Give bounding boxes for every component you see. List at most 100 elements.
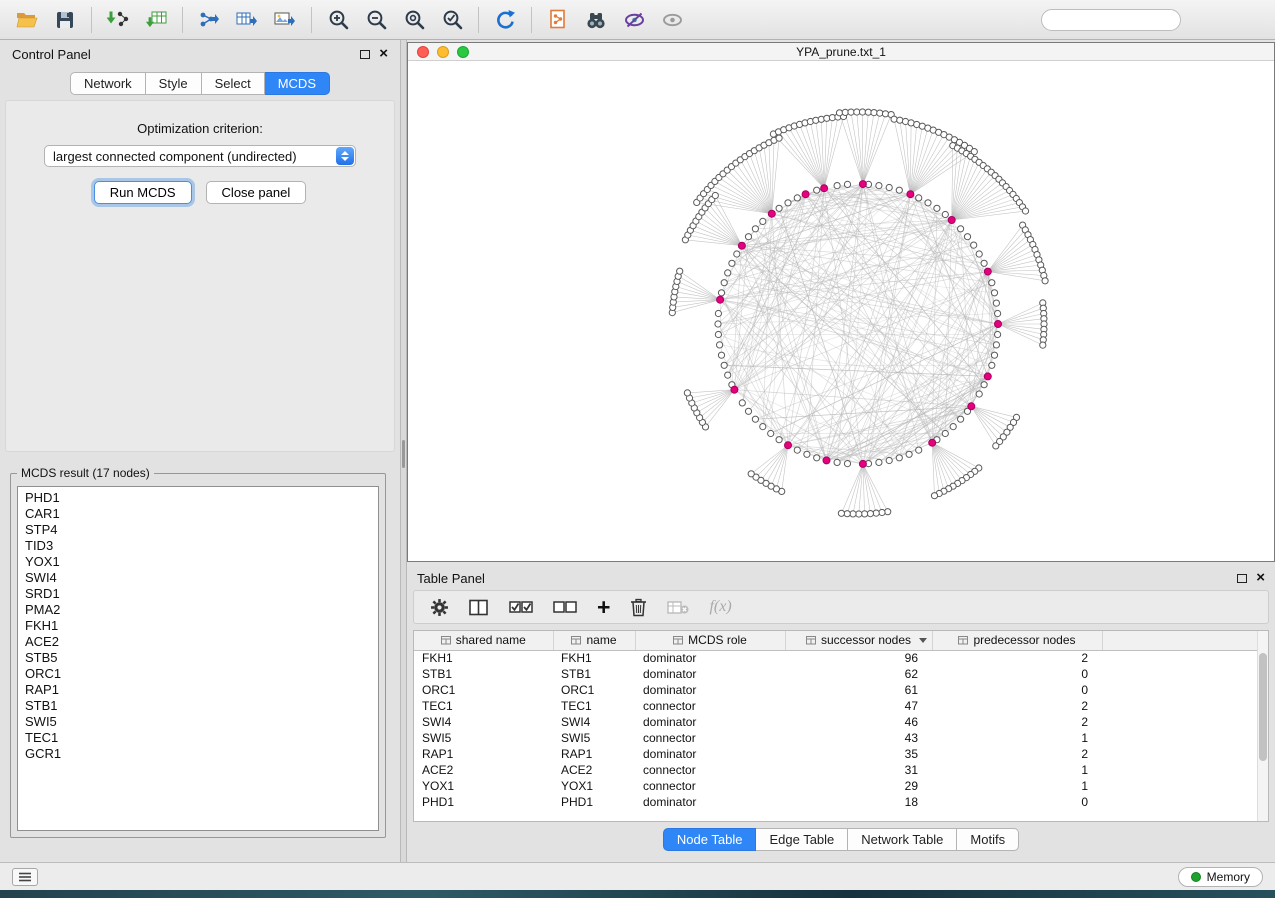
divider-grip[interactable] <box>402 440 405 468</box>
mcds-result-item[interactable]: FKH1 <box>25 618 371 634</box>
mcds-result-item[interactable]: TEC1 <box>25 730 371 746</box>
tab-edge-table[interactable]: Edge Table <box>756 828 848 851</box>
table-row[interactable]: PHD1PHD1dominator180 <box>414 794 1260 810</box>
toolbar-separator <box>182 7 183 33</box>
mcds-result-item[interactable]: PHD1 <box>25 490 371 506</box>
open-file-button[interactable] <box>8 4 46 36</box>
tab-select[interactable]: Select <box>202 72 265 95</box>
network-window-titlebar[interactable]: YPA_prune.txt_1 <box>408 43 1274 61</box>
refresh-layout-button[interactable] <box>486 4 524 36</box>
open-file-icon <box>16 10 38 29</box>
mcds-result-item[interactable]: STB1 <box>25 698 371 714</box>
panel-menu-button[interactable] <box>12 868 38 886</box>
panel-divider[interactable] <box>400 40 407 862</box>
table-row[interactable]: RAP1RAP1dominator352 <box>414 746 1260 762</box>
mcds-result-item[interactable]: CAR1 <box>25 506 371 522</box>
window-controls <box>417 46 469 58</box>
function-builder-button[interactable]: f(x) <box>709 598 731 616</box>
show-all-button[interactable] <box>653 4 691 36</box>
table-row[interactable]: SWI4SWI4dominator462 <box>414 714 1260 730</box>
run-mcds-button[interactable]: Run MCDS <box>94 181 192 204</box>
import-table-button[interactable] <box>137 4 175 36</box>
export-image-button[interactable] <box>266 4 304 36</box>
control-panel: Control Panel × NetworkStyleSelectMCDS O… <box>0 40 400 862</box>
select-all-columns-button[interactable] <box>509 600 533 615</box>
mcds-result-item[interactable]: RAP1 <box>25 682 371 698</box>
sort-dropdown-icon[interactable] <box>919 638 927 643</box>
window-minimize-icon[interactable] <box>437 46 449 58</box>
save-session-button[interactable] <box>46 4 84 36</box>
import-table-icon <box>145 10 167 30</box>
mcds-result-item[interactable]: ACE2 <box>25 634 371 650</box>
tab-network[interactable]: Network <box>70 72 146 95</box>
close-panel-button[interactable]: Close panel <box>206 181 307 204</box>
mcds-result-item[interactable]: SWI4 <box>25 570 371 586</box>
mcds-result-item[interactable]: YOX1 <box>25 554 371 570</box>
save-icon <box>55 10 75 30</box>
col-header-mcds-role[interactable]: MCDS role <box>635 631 785 650</box>
tab-network-table[interactable]: Network Table <box>848 828 957 851</box>
tab-mcds[interactable]: MCDS <box>265 72 330 95</box>
memory-label: Memory <box>1207 870 1250 884</box>
table-row[interactable]: FKH1FKH1dominator962 <box>414 650 1260 666</box>
table-row[interactable]: STB1STB1dominator620 <box>414 666 1260 682</box>
table-row[interactable]: ACE2ACE2connector311 <box>414 762 1260 778</box>
network-from-selection-icon <box>548 9 568 30</box>
delete-column-button[interactable] <box>630 598 647 617</box>
table-row[interactable]: YOX1YOX1connector291 <box>414 778 1260 794</box>
col-header-name[interactable]: name <box>553 631 635 650</box>
mcds-result-item[interactable]: STP4 <box>25 522 371 538</box>
plus-icon: + <box>597 598 610 616</box>
mcds-result-item[interactable]: PMA2 <box>25 602 371 618</box>
mcds-result-item[interactable]: SWI5 <box>25 714 371 730</box>
network-canvas[interactable] <box>408 61 1274 561</box>
tab-node-table[interactable]: Node Table <box>663 828 757 851</box>
network-from-selection-button[interactable] <box>539 4 577 36</box>
zoom-selected-button[interactable] <box>433 4 471 36</box>
float-panel-icon[interactable] <box>1237 574 1247 583</box>
tab-style[interactable]: Style <box>146 72 202 95</box>
mcds-result-item[interactable]: SRD1 <box>25 586 371 602</box>
deselect-all-columns-button[interactable] <box>553 600 577 615</box>
zoom-fit-button[interactable] <box>395 4 433 36</box>
criterion-dropdown[interactable]: largest connected component (undirected) <box>44 145 356 167</box>
table-panel: Table Panel × <box>407 566 1275 862</box>
column-attr-icon <box>571 635 581 645</box>
trash-icon <box>630 598 647 617</box>
add-column-button[interactable]: + <box>597 598 610 616</box>
export-table-icon <box>236 10 258 30</box>
mcds-result-item[interactable]: GCR1 <box>25 746 371 762</box>
table-settings-button[interactable] <box>430 598 449 617</box>
clear-table-button[interactable] <box>667 600 689 615</box>
close-panel-icon[interactable]: × <box>379 49 388 59</box>
col-header-successor-nodes[interactable]: successor nodes <box>785 631 932 650</box>
mcds-result-item[interactable]: ORC1 <box>25 666 371 682</box>
zoom-out-button[interactable] <box>357 4 395 36</box>
export-network-button[interactable] <box>190 4 228 36</box>
table-scrollbar[interactable] <box>1257 631 1268 821</box>
scrollbar-thumb[interactable] <box>1259 653 1267 761</box>
float-panel-icon[interactable] <box>360 50 370 59</box>
search-input[interactable] <box>1053 13 1208 27</box>
import-network-button[interactable] <box>99 4 137 36</box>
mcds-result-item[interactable]: TID3 <box>25 538 371 554</box>
search-box[interactable] <box>1041 9 1181 31</box>
split-columns-button[interactable] <box>469 599 489 616</box>
table-row[interactable]: TEC1TEC1connector472 <box>414 698 1260 714</box>
table-row[interactable]: ORC1ORC1dominator610 <box>414 682 1260 698</box>
close-panel-icon[interactable]: × <box>1256 573 1265 583</box>
column-attr-icon <box>673 635 683 645</box>
export-table-button[interactable] <box>228 4 266 36</box>
hide-selected-button[interactable] <box>615 4 653 36</box>
zoom-in-button[interactable] <box>319 4 357 36</box>
mcds-result-item[interactable]: STB5 <box>25 650 371 666</box>
col-header-shared-name[interactable]: shared name <box>414 631 553 650</box>
memory-button[interactable]: Memory <box>1178 867 1263 887</box>
mcds-result-list[interactable]: PHD1CAR1STP4TID3YOX1SWI4SRD1PMA2FKH1ACE2… <box>17 486 379 831</box>
tab-motifs[interactable]: Motifs <box>957 828 1019 851</box>
window-zoom-icon[interactable] <box>457 46 469 58</box>
col-header-predecessor-nodes[interactable]: predecessor nodes <box>932 631 1102 650</box>
table-row[interactable]: SWI5SWI5connector431 <box>414 730 1260 746</box>
window-close-icon[interactable] <box>417 46 429 58</box>
first-neighbors-button[interactable] <box>577 4 615 36</box>
